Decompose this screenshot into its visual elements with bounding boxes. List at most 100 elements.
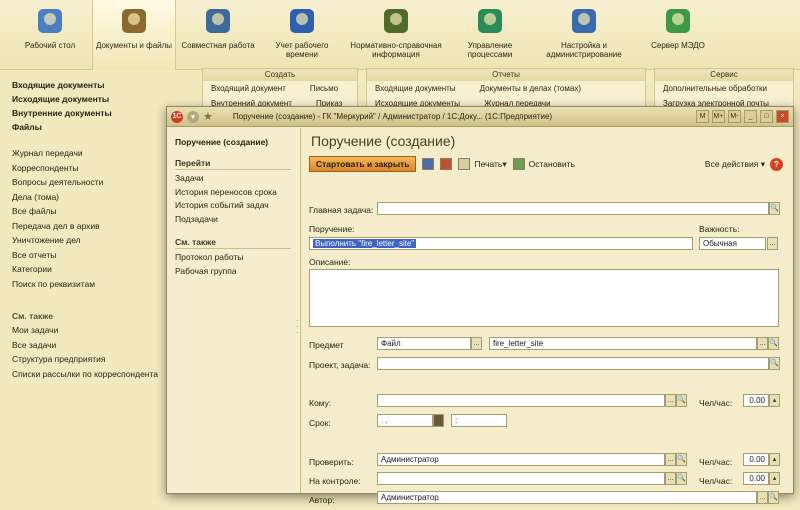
print-dropdown-icon[interactable]: ▾ — [502, 159, 506, 170]
memory-plus-button[interactable]: M+ — [712, 110, 725, 123]
description-label: Описание: — [309, 257, 351, 267]
all-actions-menu[interactable]: Все действия ▾ — [705, 159, 765, 170]
window-menu-icon[interactable]: ▾ — [187, 110, 199, 123]
create-letter-link[interactable]: Письмо — [310, 84, 338, 93]
checker-search-icon[interactable] — [676, 453, 687, 466]
favorite-star-icon[interactable]: ★ — [203, 110, 213, 123]
subject-field[interactable]: fire_letter_site — [489, 337, 757, 350]
subject-select-button[interactable]: ... — [757, 337, 768, 350]
report-docs-in-cases-link[interactable]: Документы в делах (томах) — [480, 84, 581, 93]
memory-minus-button[interactable]: M- — [728, 110, 741, 123]
structure-icon[interactable] — [440, 158, 453, 170]
importance-select-button[interactable]: ... — [767, 237, 778, 250]
assignment-window: 1C ▾ ★ Поручение (создание) - ГК "Меркур… — [166, 106, 794, 505]
calendar-icon[interactable] — [433, 414, 444, 427]
section-label: Совместная работа — [181, 41, 255, 50]
section-documents[interactable]: Документы и файлы — [92, 0, 176, 70]
nav-outgoing-docs[interactable]: Исходящие документы — [12, 92, 196, 106]
service-extra-processing-link[interactable]: Дополнительные обработки — [663, 84, 767, 93]
form-area: Поручение (создание) Стартовать и закрыт… — [301, 128, 793, 505]
section-clock[interactable]: Учет рабочего времени — [260, 0, 344, 70]
checker-label: Проверить: — [309, 457, 354, 467]
section-label: Управление процессами — [467, 41, 513, 59]
help-icon[interactable]: ? — [770, 157, 783, 171]
to-hours-label: Чел/час: — [699, 398, 733, 408]
memory-m-button[interactable]: M — [696, 110, 709, 123]
checker-hours-field[interactable]: 0.00 — [743, 453, 769, 466]
print-button[interactable]: Печать — [474, 159, 502, 169]
section-process[interactable]: Управление процессами — [448, 0, 532, 70]
to-hours-stepper[interactable]: ▴ — [769, 394, 780, 407]
print-icon[interactable] — [458, 158, 471, 170]
main-task-field[interactable] — [377, 202, 769, 215]
checker-hours-stepper[interactable]: ▴ — [769, 453, 780, 466]
window-titlebar[interactable]: 1C ▾ ★ Поручение (создание) - ГК "Меркур… — [167, 107, 793, 127]
create-panel-title: Создать — [203, 69, 357, 81]
checker-field[interactable]: Администратор — [377, 453, 665, 466]
control-hours-field[interactable]: 0.00 — [743, 472, 769, 485]
checker-select-button[interactable]: ... — [665, 453, 676, 466]
side-work-group-link[interactable]: Рабочая группа — [175, 265, 300, 279]
description-textarea[interactable] — [309, 269, 779, 327]
author-field[interactable]: Администратор — [377, 491, 757, 504]
checker-hours-label: Чел/час: — [699, 457, 733, 467]
nav-incoming-docs[interactable]: Входящие документы — [12, 78, 196, 92]
clock-icon — [290, 9, 314, 33]
app-logo-icon[interactable]: 1C — [171, 110, 183, 123]
side-tasks-link[interactable]: Задачи — [175, 172, 300, 186]
section-books[interactable]: Нормативно-справочная информация — [344, 0, 448, 70]
project-search-icon[interactable] — [769, 357, 780, 370]
stop-button[interactable]: Остановить — [529, 159, 575, 169]
deadline-date-field[interactable]: . . — [377, 414, 433, 427]
importance-field[interactable]: Обычная — [699, 237, 766, 250]
assignment-field[interactable]: Выполнить "fire_letter_site" — [309, 237, 693, 250]
to-select-button[interactable]: ... — [665, 394, 676, 407]
server-icon — [666, 9, 690, 33]
section-label: Настройка и администрирование — [546, 41, 622, 59]
deadline-label: Срок: — [309, 418, 331, 428]
section-people[interactable]: Совместная работа — [176, 0, 260, 70]
project-label: Проект, задача: — [309, 360, 371, 370]
author-select-button[interactable]: ... — [757, 491, 768, 504]
to-field[interactable] — [377, 394, 665, 407]
process-icon — [478, 9, 502, 33]
save-icon[interactable] — [422, 158, 435, 170]
main-task-search-icon[interactable] — [769, 202, 780, 215]
section-desktop[interactable]: Рабочий стол — [8, 0, 92, 70]
deadline-time-field[interactable]: : — [451, 414, 507, 427]
side-deadline-history-link[interactable]: История переносов срока — [175, 186, 300, 200]
to-search-icon[interactable] — [676, 394, 687, 407]
control-select-button[interactable]: ... — [665, 472, 676, 485]
subject-type-field[interactable]: Файл — [377, 337, 471, 350]
section-settings[interactable]: Настройка и администрирование — [532, 0, 636, 70]
control-hours-stepper[interactable]: ▴ — [769, 472, 780, 485]
side-subtasks-link[interactable]: Подзадачи — [175, 213, 300, 227]
close-icon[interactable]: × — [776, 110, 789, 123]
minimize-icon[interactable]: _ — [744, 110, 757, 123]
maximize-icon[interactable]: □ — [760, 110, 773, 123]
create-incoming-link[interactable]: Входящий документ — [211, 84, 286, 93]
author-search-icon[interactable] — [768, 491, 779, 504]
stop-icon[interactable] — [512, 158, 525, 170]
report-incoming-link[interactable]: Входящие документы — [375, 84, 456, 93]
section-label: Документы и файлы — [95, 41, 173, 50]
people-icon — [206, 9, 230, 33]
author-label: Автор: — [309, 495, 335, 505]
start-and-close-button[interactable]: Стартовать и закрыть — [309, 156, 417, 172]
side-current-form[interactable]: Поручение (создание) — [175, 136, 300, 149]
control-label: На контроле: — [309, 476, 361, 486]
to-hours-field[interactable]: 0.00 — [743, 394, 769, 407]
control-field[interactable] — [377, 472, 665, 485]
main-task-label: Главная задача: — [309, 205, 374, 215]
splitter-handle[interactable]: · · · — [296, 317, 299, 337]
sections-panel: Рабочий стол Документы и файлы Совместная … — [0, 0, 800, 70]
side-event-history-link[interactable]: История событий задач — [175, 199, 300, 213]
side-goto-title: Перейти — [175, 157, 291, 170]
project-field[interactable] — [377, 357, 769, 370]
subject-type-select-button[interactable]: ... — [471, 337, 482, 350]
reports-panel-title: Отчеты — [367, 69, 645, 81]
section-server[interactable]: Сервер МЭДО — [636, 0, 720, 70]
subject-search-icon[interactable] — [768, 337, 779, 350]
control-search-icon[interactable] — [676, 472, 687, 485]
side-work-protocol-link[interactable]: Протокол работы — [175, 251, 300, 265]
